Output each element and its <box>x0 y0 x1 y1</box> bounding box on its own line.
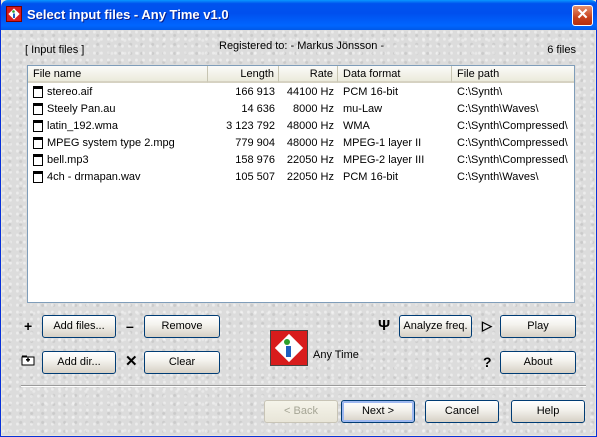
title-bar[interactable]: Select input files - Any Time v1.0 ✕ <box>1 0 597 30</box>
file-name: 4ch - drmapan.wav <box>47 171 141 183</box>
file-format: MPEG-2 layer III <box>343 154 425 166</box>
back-button[interactable]: < Back <box>264 400 338 423</box>
minus-icon: – <box>126 318 134 334</box>
file-path: C:\Synth\Compressed\ <box>457 154 568 166</box>
window-title: Select input files - Any Time v1.0 <box>27 7 229 22</box>
file-length: 158 976 <box>235 154 275 166</box>
file-format: WMA <box>343 120 370 132</box>
file-length: 779 904 <box>235 137 275 149</box>
input-files-label: [ Input files ] <box>25 44 85 56</box>
table-row[interactable]: Steely Pan.au 14 636 8000 Hz mu-Law C:\S… <box>28 101 574 118</box>
table-row[interactable]: latin_192.wma 3 123 792 48000 Hz WMA C:\… <box>28 118 574 135</box>
file-rate: 48000 Hz <box>286 137 334 149</box>
add-dir-button[interactable]: Add dir... <box>42 351 116 374</box>
cross-icon: ✕ <box>125 353 138 370</box>
table-row[interactable]: bell.mp3 158 976 22050 Hz MPEG-2 layer I… <box>28 152 574 169</box>
file-name: latin_192.wma <box>47 120 118 132</box>
file-rate: 22050 Hz <box>286 154 334 166</box>
file-count: 6 files <box>547 44 576 56</box>
audio-file-icon <box>33 154 43 166</box>
file-format: mu-Law <box>343 103 383 115</box>
app-icon <box>6 6 22 22</box>
file-rate: 48000 Hz <box>286 120 334 132</box>
remove-button[interactable]: Remove <box>144 315 220 338</box>
clear-button[interactable]: Clear <box>144 351 220 374</box>
audio-file-icon <box>33 171 43 183</box>
close-button[interactable]: ✕ <box>572 5 593 26</box>
question-icon: ? <box>483 354 492 370</box>
help-button[interactable]: Help <box>511 400 585 423</box>
column-header-data-format[interactable]: Data format <box>338 66 452 83</box>
column-header-rate[interactable]: Rate <box>279 66 338 83</box>
column-header-file-name[interactable]: File name <box>28 66 208 83</box>
next-button[interactable]: Next > <box>341 400 415 423</box>
file-length: 166 913 <box>235 86 275 98</box>
audio-file-icon <box>33 86 43 98</box>
main-window: Select input files - Any Time v1.0 ✕ [ I… <box>0 0 597 437</box>
file-format: PCM 16-bit <box>343 171 399 183</box>
separator <box>21 385 586 387</box>
play-button[interactable]: Play <box>500 315 576 338</box>
add-files-button[interactable]: Add files... <box>42 315 116 338</box>
file-format: PCM 16-bit <box>343 86 399 98</box>
analyze-freq-button[interactable]: Analyze freq. <box>399 315 472 338</box>
file-rate: 8000 Hz <box>293 103 334 115</box>
column-header-length[interactable]: Length <box>208 66 279 83</box>
add-folder-icon <box>21 354 35 366</box>
file-name: bell.mp3 <box>47 154 89 166</box>
file-path: C:\Synth\Compressed\ <box>457 120 568 132</box>
registration-text: Registered to: - Markus Jönsson - <box>219 40 385 52</box>
tuning-fork-icon: Ψ <box>378 317 391 334</box>
any-time-logo <box>270 330 308 366</box>
table-row[interactable]: MPEG system type 2.mpg 779 904 48000 Hz … <box>28 135 574 152</box>
about-button[interactable]: About <box>500 351 576 374</box>
file-list[interactable]: File name Length Rate Data format File p… <box>27 65 575 303</box>
play-icon: ▷ <box>482 318 492 333</box>
audio-file-icon <box>33 137 43 149</box>
file-length: 3 123 792 <box>226 120 275 132</box>
file-length: 14 636 <box>241 103 275 115</box>
file-format: MPEG-1 layer II <box>343 137 422 149</box>
audio-file-icon <box>33 120 43 132</box>
file-name: MPEG system type 2.mpg <box>47 137 175 149</box>
file-path: C:\Synth\Compressed\ <box>457 137 568 149</box>
file-name: Steely Pan.au <box>47 103 116 115</box>
cancel-button[interactable]: Cancel <box>425 400 499 423</box>
file-rate: 22050 Hz <box>286 171 334 183</box>
file-name: stereo.aif <box>47 86 93 98</box>
table-row[interactable]: stereo.aif 166 913 44100 Hz PCM 16-bit C… <box>28 84 574 101</box>
column-header-file-path[interactable]: File path <box>452 66 574 83</box>
audio-file-icon <box>33 103 43 115</box>
logo-label: Any Time <box>313 349 359 361</box>
file-rate: 44100 Hz <box>286 86 334 98</box>
file-path: C:\Synth\Waves\ <box>457 171 539 183</box>
table-row[interactable]: 4ch - drmapan.wav 105 507 22050 Hz PCM 1… <box>28 169 574 186</box>
file-length: 105 507 <box>235 171 275 183</box>
file-path: C:\Synth\Waves\ <box>457 103 539 115</box>
plus-icon: + <box>24 318 33 334</box>
dialog-body: [ Input files ] Registered to: - Markus … <box>2 30 595 435</box>
file-path: C:\Synth\ <box>457 86 503 98</box>
